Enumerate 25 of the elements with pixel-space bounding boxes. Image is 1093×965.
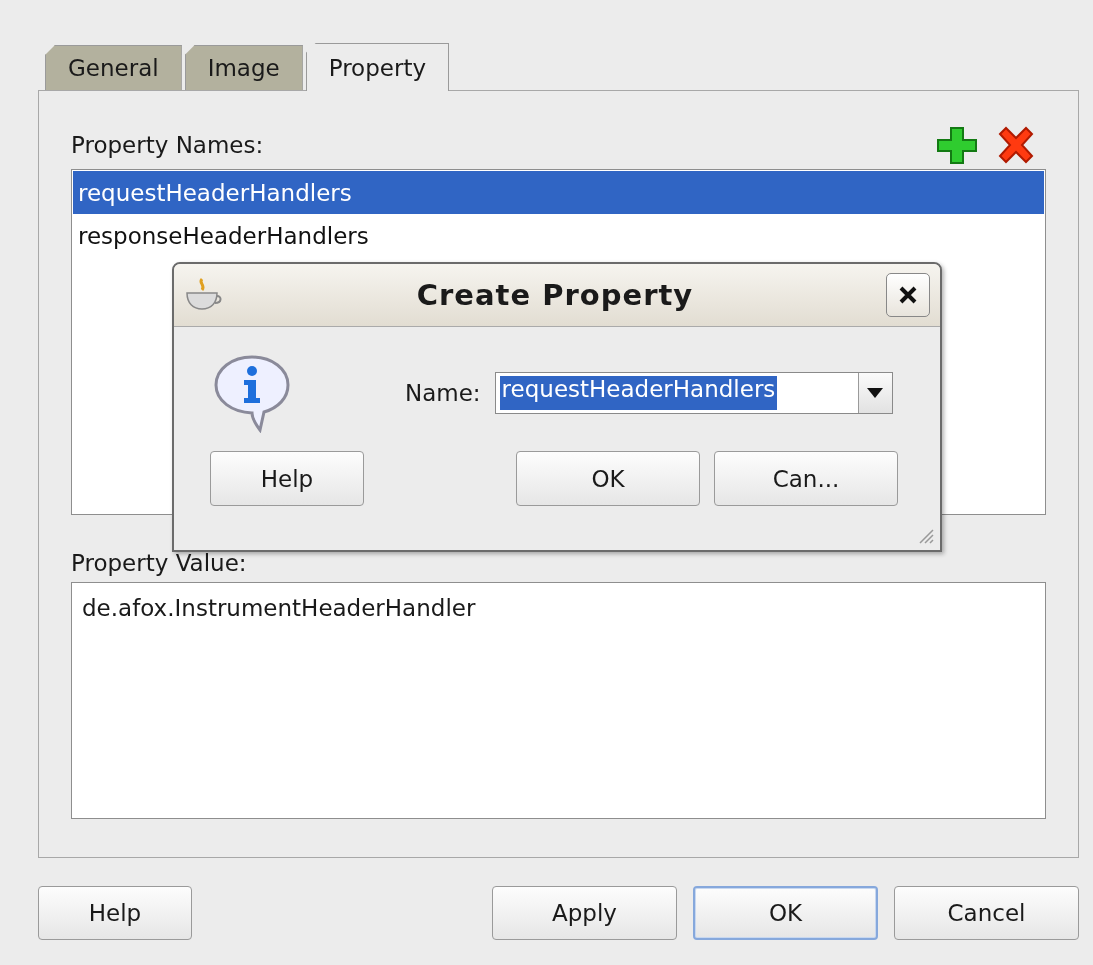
value-field[interactable]: de.afox.InstrumentHeaderHandler: [71, 582, 1046, 819]
tab[interactable]: Image: [184, 45, 303, 90]
delete-icon[interactable]: [996, 126, 1036, 164]
field-label: Name:: [405, 380, 481, 406]
dialog-button[interactable]: Help: [38, 886, 192, 940]
field-label: Property Names:: [71, 132, 264, 158]
dropdown-button[interactable]: [857, 373, 892, 413]
close-icon: [898, 285, 918, 305]
dialog-button[interactable]: OK: [516, 451, 700, 506]
dialog-button[interactable]: OK: [693, 886, 878, 940]
dialog-button[interactable]: Can...: [714, 451, 898, 506]
dialog-button[interactable]: Apply: [492, 886, 677, 940]
cup-icon: [184, 277, 224, 313]
name-combo-box[interactable]: requestHeaderHandlers: [494, 372, 893, 414]
dialog-button[interactable]: Cancel: [894, 886, 1079, 940]
field-label: Property Value:: [71, 550, 247, 576]
list-item[interactable]: responseHeaderHandlers: [73, 214, 1044, 257]
tab[interactable]: General: [45, 45, 182, 90]
dialog-title: Create Property: [415, 278, 695, 312]
caret-icon: [867, 388, 884, 398]
tab[interactable]: Property: [305, 43, 450, 91]
list-item[interactable]: requestHeaderHandlers: [73, 171, 1044, 214]
close-button[interactable]: [886, 273, 930, 317]
add-icon[interactable]: [936, 126, 978, 164]
dialog-button[interactable]: Help: [210, 451, 364, 506]
